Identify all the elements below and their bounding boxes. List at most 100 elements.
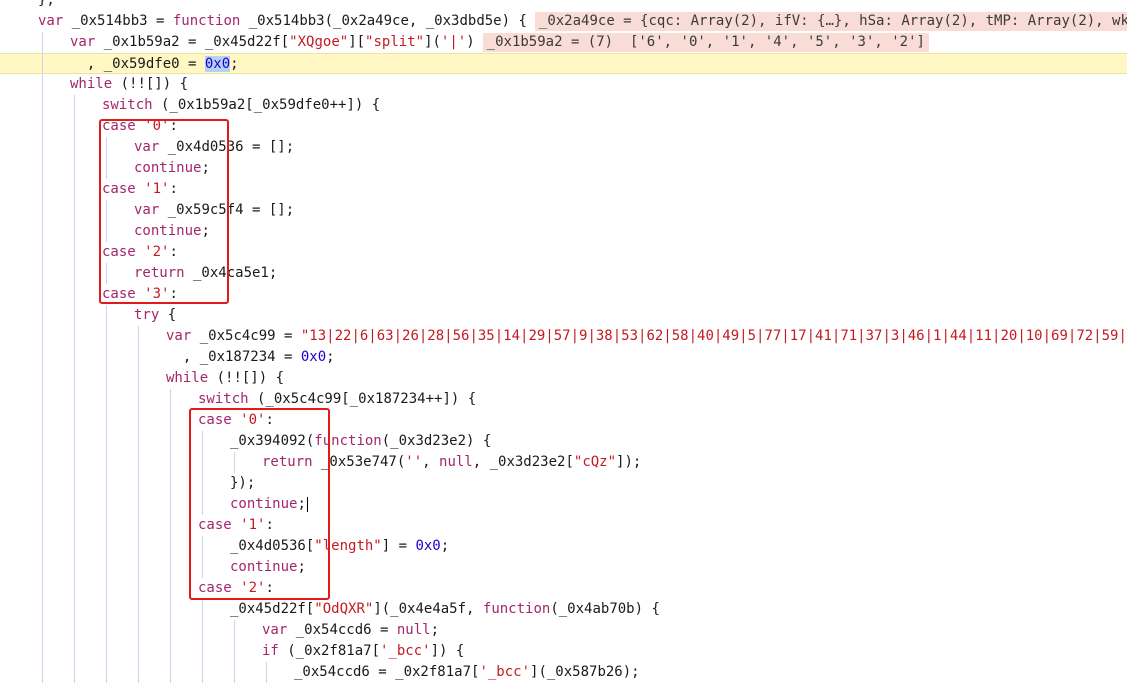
code-text: _0x54ccd6 = _0x2f81a7['_bcc'](_0x587b26)… — [294, 662, 640, 683]
indent-guide — [74, 158, 75, 179]
indent-guide — [74, 326, 75, 347]
code-token: function — [482, 601, 551, 617]
indent-guide — [170, 494, 171, 515]
code-line[interactable]: }; — [0, 0, 1127, 11]
indent-guide — [74, 578, 75, 599]
code-line[interactable]: try { — [0, 305, 1127, 326]
code-token: if — [262, 643, 279, 659]
indent-guide — [138, 494, 139, 515]
code-token: ]); — [616, 454, 642, 470]
indent-guide — [202, 620, 203, 641]
code-line[interactable]: _0x45d22f["OdQXR"](_0x4e4a5f, function(_… — [0, 599, 1127, 620]
code-line[interactable]: var _0x54ccd6 = null; — [0, 620, 1127, 641]
code-token: switch — [102, 97, 153, 113]
code-line[interactable]: case '1': — [0, 515, 1127, 536]
indent-guide — [234, 641, 235, 662]
code-token: try — [134, 307, 160, 323]
indent-guide — [106, 326, 107, 347]
indent-guide — [138, 515, 139, 536]
code-token: ] = — [381, 538, 416, 554]
code-editor[interactable]: }; var _0x514bb3 = function _0x514bb3(_0x… — [0, 0, 1127, 683]
indent-guide — [74, 389, 75, 410]
indent-guide — [42, 221, 43, 242]
indent-guide — [170, 662, 171, 683]
code-line[interactable]: , _0x59dfe0 = 0x0; — [0, 53, 1127, 74]
code-line[interactable]: }); — [0, 473, 1127, 494]
indent-guide — [106, 641, 107, 662]
code-token: '' — [405, 454, 423, 470]
code-token: switch — [198, 391, 249, 407]
inline-value-preview[interactable]: _0x1b59a2 = (7) ['6', '0', '1', '4', '5'… — [482, 33, 929, 52]
indent-guide — [42, 200, 43, 221]
code-token: function — [172, 13, 241, 29]
indent-guide — [138, 347, 139, 368]
code-token: , _0x59dfe0 = — [70, 56, 205, 72]
indent-guide — [106, 389, 107, 410]
code-token: ; — [230, 56, 239, 72]
code-line[interactable]: if (_0x2f81a7['_bcc']) { — [0, 641, 1127, 662]
indent-guide — [42, 326, 43, 347]
indent-guide — [106, 494, 107, 515]
code-text: var _0x514bb3 = function _0x514bb3(_0x2a… — [38, 11, 1127, 32]
indent-guide — [170, 620, 171, 641]
code-token: (_0x3d23e2) { — [381, 433, 492, 449]
code-token: '_bcc' — [380, 643, 431, 659]
code-line[interactable]: while (!![]) { — [0, 368, 1127, 389]
code-token: }; — [38, 0, 55, 8]
code-line[interactable]: var _0x514bb3 = function _0x514bb3(_0x2a… — [0, 11, 1127, 32]
indent-guide — [74, 116, 75, 137]
indent-guide — [106, 662, 107, 683]
code-text: if (_0x2f81a7['_bcc']) { — [262, 641, 464, 662]
code-token: , _0x3d23e2[ — [472, 454, 574, 470]
code-line[interactable]: var _0x1b59a2 = _0x45d22f["XQgoe"]["spli… — [0, 32, 1127, 53]
code-token: "13|22|6|63|26|28|56|35|14|29|57|9|38|53… — [300, 328, 1127, 344]
code-token: ; — [440, 538, 450, 554]
indent-guide — [170, 557, 171, 578]
code-line[interactable]: var _0x5c4c99 = "13|22|6|63|26|28|56|35|… — [0, 326, 1127, 347]
indent-guide — [170, 389, 171, 410]
code-token: _0x1b59a2 = _0x45d22f[ — [95, 34, 290, 50]
code-line[interactable]: _0x394092(function(_0x3d23e2) { — [0, 431, 1127, 452]
code-token: null — [396, 622, 431, 638]
code-token: "split" — [365, 34, 425, 50]
indent-guide — [106, 431, 107, 452]
indent-guide — [42, 599, 43, 620]
indent-guide — [170, 473, 171, 494]
indent-guide — [234, 620, 235, 641]
indent-guide — [138, 368, 139, 389]
indent-guide — [74, 284, 75, 305]
code-line[interactable]: _0x54ccd6 = _0x2f81a7['_bcc'](_0x587b26)… — [0, 662, 1127, 683]
code-line[interactable]: continue; — [0, 494, 1127, 515]
indent-guide — [170, 452, 171, 473]
code-token: _0x54ccd6 = _0x2f81a7[ — [294, 664, 480, 680]
indent-guide — [74, 515, 75, 536]
code-text: }; — [38, 0, 55, 11]
code-token: null — [439, 454, 473, 470]
code-token: "XQgoe" — [289, 34, 349, 50]
code-token: '_bcc' — [479, 664, 531, 680]
code-line[interactable]: case '2': — [0, 578, 1127, 599]
indent-guide — [106, 557, 107, 578]
code-line[interactable]: case '0': — [0, 410, 1127, 431]
code-token: "OdQXR" — [314, 601, 374, 617]
code-token: , — [422, 454, 440, 470]
code-line[interactable]: _0x4d0536["length"] = 0x0; — [0, 536, 1127, 557]
code-line[interactable]: switch (_0x1b59a2[_0x59dfe0++]) { — [0, 95, 1127, 116]
indent-guide — [74, 599, 75, 620]
indent-guide — [138, 389, 139, 410]
code-line[interactable]: switch (_0x5c4c99[_0x187234++]) { — [0, 389, 1127, 410]
indent-guide — [138, 452, 139, 473]
code-line[interactable]: while (!![]) { — [0, 74, 1127, 95]
indent-guide — [138, 536, 139, 557]
indent-guide — [74, 431, 75, 452]
code-token: var — [262, 622, 288, 638]
code-line[interactable]: return _0x53e747('', null, _0x3d23e2["cQ… — [0, 452, 1127, 473]
code-text: _0x45d22f["OdQXR"](_0x4e4a5f, function(_… — [230, 599, 660, 620]
code-line[interactable]: continue; — [0, 557, 1127, 578]
code-text: , _0x187234 = 0x0; — [166, 347, 335, 368]
code-line[interactable]: , _0x187234 = 0x0; — [0, 347, 1127, 368]
indent-guide — [42, 284, 43, 305]
code-token: var — [166, 328, 192, 344]
indent-guide — [106, 347, 107, 368]
inline-value-preview[interactable]: _0x2a49ce = {cqc: Array(2), ifV: {…}, hS… — [534, 12, 1127, 31]
